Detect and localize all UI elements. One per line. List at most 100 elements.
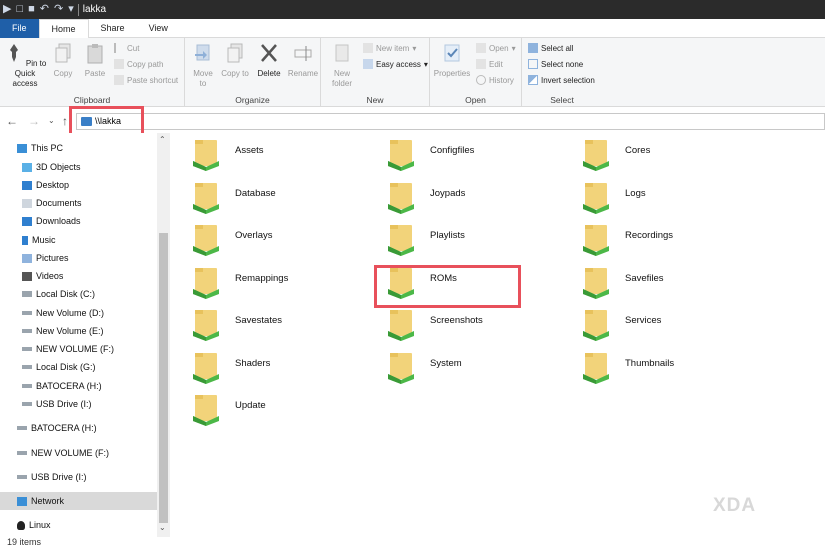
new-folder-icon[interactable]: ■: [28, 4, 35, 15]
paste-shortcut-button[interactable]: Paste shortcut: [114, 75, 178, 85]
nav-item-downloads[interactable]: Downloads: [0, 212, 158, 230]
folder-name: Recordings: [625, 230, 674, 241]
nav-item-network[interactable]: Network: [0, 492, 158, 510]
xda-watermark: XDA: [713, 495, 756, 517]
nav-item-new-volume-e[interactable]: New Volume (E:): [0, 322, 158, 340]
folder-item[interactable]: Thumbnails: [570, 346, 750, 386]
3d-objects-icon: [22, 162, 32, 172]
nav-item-usb-drive-i-root[interactable]: USB Drive (I:): [0, 468, 158, 486]
drive-icon: [22, 311, 32, 315]
edit-label: Edit: [489, 59, 503, 69]
select-all-button[interactable]: Select all: [528, 43, 573, 53]
folder-name: Shaders: [235, 358, 271, 369]
navigation-scrollbar[interactable]: ⌃ ⌄: [157, 133, 170, 537]
drive-icon: [17, 426, 27, 430]
pin-quick-access-button[interactable]: Pin to Quick access: [2, 42, 48, 89]
nav-item-batocera-h-root[interactable]: BATOCERA (H:): [0, 419, 158, 437]
folder-item[interactable]: Remappings: [180, 261, 360, 301]
move-to-button[interactable]: Move to: [189, 42, 217, 89]
network-folder-icon: [583, 310, 609, 341]
nav-label: Videos: [36, 271, 64, 281]
nav-label: This PC: [31, 143, 64, 153]
select-none-button[interactable]: Select none: [528, 59, 583, 69]
nav-item-pictures[interactable]: Pictures: [0, 249, 158, 267]
nav-item-local-disk-g[interactable]: Local Disk (G:): [0, 358, 158, 376]
edit-button[interactable]: Edit: [476, 59, 503, 69]
chevron-down-icon[interactable]: ▾: [68, 4, 74, 15]
back-arrow-icon[interactable]: ←: [6, 114, 18, 128]
properties-icon[interactable]: □: [16, 4, 23, 15]
drive-icon: [22, 347, 32, 351]
folder-item[interactable]: Update: [180, 388, 360, 428]
copy-button[interactable]: Copy: [50, 42, 76, 79]
scroll-up-icon[interactable]: ⌃: [159, 135, 166, 144]
folder-item[interactable]: Shaders: [180, 346, 360, 386]
open-icon: [476, 43, 486, 53]
scissors-icon: [114, 43, 124, 53]
history-button[interactable]: History: [476, 75, 514, 85]
folder-item[interactable]: Services: [570, 303, 750, 343]
folder-item[interactable]: Cores: [570, 133, 750, 173]
folder-item[interactable]: Screenshots: [375, 303, 555, 343]
folder-item[interactable]: Recordings: [570, 218, 750, 258]
network-folder-icon: [193, 353, 219, 384]
folder-item[interactable]: Logs: [570, 176, 750, 216]
delete-button[interactable]: Delete: [255, 42, 283, 79]
nav-item-batocera-h[interactable]: BATOCERA (H:): [0, 377, 158, 395]
nav-item-linux[interactable]: Linux: [0, 516, 158, 534]
nav-item-local-disk-c[interactable]: Local Disk (C:): [0, 285, 158, 303]
clipboard-group: Pin to Quick access Copy Paste Cut Copy …: [0, 38, 185, 107]
copy-path-button[interactable]: Copy path: [114, 59, 163, 69]
copy-to-icon: [227, 43, 243, 63]
folder-item[interactable]: Joypads: [375, 176, 555, 216]
nav-item-music[interactable]: Music: [0, 231, 158, 249]
folder-item[interactable]: System: [375, 346, 555, 386]
new-folder-button[interactable]: New folder: [327, 42, 357, 89]
folder-item[interactable]: Database: [180, 176, 360, 216]
scroll-down-icon[interactable]: ⌄: [159, 523, 166, 532]
desktop-icon: [22, 180, 32, 190]
up-arrow-icon[interactable]: ↑: [62, 114, 68, 128]
folder-name: Update: [235, 400, 266, 411]
scrollbar-thumb[interactable]: [159, 233, 168, 523]
nav-item-new-volume-d[interactable]: New Volume (D:): [0, 304, 158, 322]
cut-button[interactable]: Cut: [114, 43, 139, 53]
tab-view[interactable]: View: [137, 19, 180, 38]
address-bar[interactable]: \\lakka: [76, 113, 825, 130]
nav-item-new-volume-f[interactable]: NEW VOLUME (F:): [0, 340, 158, 358]
rename-button[interactable]: Rename: [287, 42, 319, 79]
folder-item[interactable]: Playlists: [375, 218, 555, 258]
folder-item[interactable]: Assets: [180, 133, 360, 173]
folder-item[interactable]: Savefiles: [570, 261, 750, 301]
properties-button[interactable]: Properties: [432, 42, 472, 79]
easy-access-button[interactable]: Easy access ▾: [363, 59, 428, 69]
move-to-icon: [195, 44, 210, 61]
folder-item[interactable]: Savestates: [180, 303, 360, 343]
nav-item-3d-objects[interactable]: 3D Objects: [0, 158, 158, 176]
folder-name: Cores: [625, 145, 651, 156]
tab-home[interactable]: Home: [38, 19, 89, 39]
nav-item-usb-drive-i[interactable]: USB Drive (I:): [0, 395, 158, 413]
folder-item[interactable]: Overlays: [180, 218, 360, 258]
tab-file[interactable]: File: [0, 19, 39, 38]
network-icon: [17, 496, 27, 506]
recent-locations-chevron-icon[interactable]: ⌄: [48, 116, 55, 125]
nav-item-new-volume-f-root[interactable]: NEW VOLUME (F:): [0, 444, 158, 462]
network-folder-icon: [583, 140, 609, 171]
redo-icon[interactable]: ↷: [54, 4, 63, 15]
nav-item-videos[interactable]: Videos: [0, 267, 158, 285]
folder-item[interactable]: Configfiles: [375, 133, 555, 173]
easy-access-label: Easy access: [376, 59, 421, 69]
nav-item-this-pc[interactable]: This PC: [0, 139, 158, 157]
copy-to-button[interactable]: Copy to: [221, 42, 249, 79]
nav-item-documents[interactable]: Documents: [0, 194, 158, 212]
new-item-button[interactable]: New item ▾: [363, 43, 416, 53]
undo-icon[interactable]: ↶: [40, 4, 49, 15]
forward-arrow-icon[interactable]: →: [28, 114, 40, 128]
tab-share[interactable]: Share: [89, 19, 137, 38]
invert-selection-button[interactable]: Invert selection: [528, 75, 595, 85]
nav-item-desktop[interactable]: Desktop: [0, 176, 158, 194]
open-button[interactable]: Open ▾: [476, 43, 516, 53]
paste-button[interactable]: Paste: [82, 42, 108, 79]
delete-x-icon: [261, 44, 277, 62]
